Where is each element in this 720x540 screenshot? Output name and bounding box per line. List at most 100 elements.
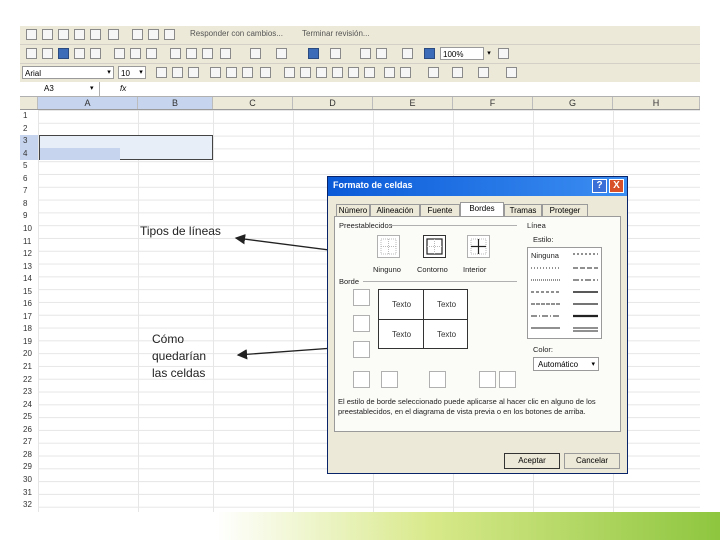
toolbar-icon[interactable] [90,29,101,40]
end-review-button[interactable]: Terminar revisión... [302,29,370,38]
name-box[interactable]: A3 [20,82,100,96]
tab-protection[interactable]: Proteger [542,204,588,216]
toolbar-icon[interactable] [108,29,119,40]
row-header[interactable]: 27 [20,436,38,449]
border-top-button[interactable] [353,289,370,306]
close-button[interactable]: X [609,179,624,193]
align-right-icon[interactable] [242,67,253,78]
euro-icon[interactable] [300,67,311,78]
chevron-down-icon[interactable]: ▾ [104,66,114,79]
line-color-select[interactable]: Automático ▾ [533,357,599,371]
formula-input[interactable] [140,82,700,96]
toolbar-icon[interactable] [148,29,159,40]
column-header[interactable]: D [293,97,373,109]
row-header[interactable]: 11 [20,236,38,249]
hyperlink-icon[interactable] [308,48,319,59]
preset-outline-button[interactable] [423,235,446,258]
toolbar-icon[interactable] [74,29,85,40]
row-header[interactable]: 14 [20,273,38,286]
row-header[interactable]: 13 [20,261,38,274]
border-diagonal-up-button[interactable] [353,371,370,388]
column-header[interactable]: B [138,97,213,109]
copy-icon[interactable] [186,48,197,59]
row-header[interactable]: 26 [20,424,38,437]
row-header[interactable]: 1 [20,110,38,123]
row-header[interactable]: 4 [20,147,38,161]
row-header[interactable]: 12 [20,248,38,261]
toolbar-options-icon[interactable] [506,67,517,78]
border-bottom-button[interactable] [353,341,370,358]
row-header[interactable]: 2 [20,123,38,136]
row-header[interactable]: 15 [20,286,38,299]
row-header[interactable]: 18 [20,323,38,336]
column-header[interactable]: A [38,97,138,109]
ok-button[interactable]: Aceptar [504,453,560,469]
row-header[interactable]: 5 [20,160,38,173]
toolbar-icon[interactable] [132,29,143,40]
new-icon[interactable] [26,48,37,59]
selected-range[interactable] [39,135,213,160]
row-header[interactable]: 32 [20,499,38,512]
redo-icon[interactable] [276,48,287,59]
sort-ascending-icon[interactable] [360,48,371,59]
row-header[interactable]: 17 [20,311,38,324]
sort-descending-icon[interactable] [376,48,387,59]
row-header[interactable]: 8 [20,198,38,211]
currency-icon[interactable] [284,67,295,78]
row-header[interactable]: 3 [20,135,38,148]
toolbar-icon[interactable] [164,29,175,40]
column-header[interactable]: G [533,97,613,109]
toolbar-icon[interactable] [26,29,37,40]
drawing-icon[interactable] [424,48,435,59]
chart-wizard-icon[interactable] [402,48,413,59]
decrease-indent-icon[interactable] [384,67,395,78]
row-header[interactable]: 30 [20,474,38,487]
border-vertical-button[interactable] [429,371,446,388]
save-icon[interactable] [58,48,69,59]
row-header[interactable]: 28 [20,449,38,462]
font-name-select[interactable]: Arial [22,66,114,79]
border-middle-button[interactable] [353,315,370,332]
row-header[interactable]: 21 [20,361,38,374]
decrease-decimal-icon[interactable] [364,67,375,78]
column-header[interactable]: C [213,97,293,109]
line-style-list[interactable]: Ninguna [527,247,602,339]
column-header[interactable]: E [373,97,453,109]
paste-icon[interactable] [202,48,213,59]
preset-inside-button[interactable] [467,235,490,258]
corner-select-all[interactable] [20,97,38,109]
chevron-down-icon[interactable]: ▾ [136,66,146,79]
row-header[interactable]: 20 [20,348,38,361]
italic-icon[interactable] [172,67,183,78]
zoom-select[interactable]: 100% [440,47,484,60]
dialog-titlebar[interactable]: Formato de celdas ? X [328,177,627,196]
column-header[interactable]: H [613,97,700,109]
chevron-down-icon[interactable]: ▾ [591,358,595,372]
tab-patterns[interactable]: Tramas [504,204,542,216]
row-header[interactable]: 6 [20,173,38,186]
increase-decimal-icon[interactable] [348,67,359,78]
undo-icon[interactable] [250,48,261,59]
open-icon[interactable] [42,48,53,59]
chevron-down-icon[interactable]: ▾ [90,82,94,96]
border-left-button[interactable] [381,371,398,388]
underline-icon[interactable] [188,67,199,78]
tab-font[interactable]: Fuente [420,204,460,216]
help-icon[interactable] [498,48,509,59]
row-header[interactable]: 22 [20,374,38,387]
autosum-icon[interactable] [330,48,341,59]
row-header[interactable]: 9 [20,210,38,223]
preset-none-button[interactable] [377,235,400,258]
permission-icon[interactable] [74,48,85,59]
row-header[interactable]: 31 [20,487,38,500]
reply-with-changes-button[interactable]: Responder con cambios... [190,29,283,38]
format-painter-icon[interactable] [220,48,231,59]
print-preview-icon[interactable] [130,48,141,59]
row-header[interactable]: 24 [20,399,38,412]
fill-color-icon[interactable] [452,67,463,78]
row-header[interactable]: 10 [20,223,38,236]
align-left-icon[interactable] [210,67,221,78]
increase-indent-icon[interactable] [400,67,411,78]
tab-alignment[interactable]: Alineación [370,204,420,216]
cut-icon[interactable] [170,48,181,59]
